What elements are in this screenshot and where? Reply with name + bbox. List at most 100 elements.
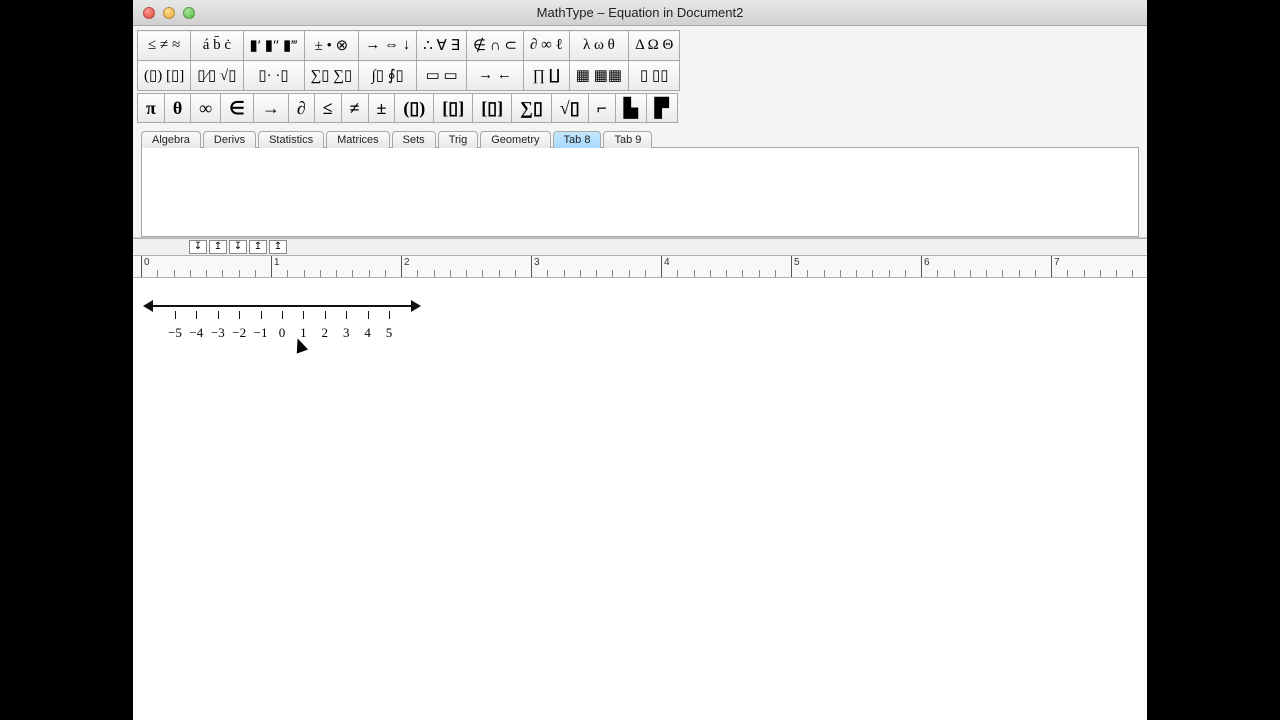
symbol-palette-cell[interactable]: ▭ ▭	[417, 61, 467, 91]
symbol-palette-cell[interactable]: ∫▯ ∮▯	[359, 61, 417, 91]
editor-canvas[interactable]: −5−4−3−2−1012345	[133, 278, 1147, 708]
minimize-button[interactable]	[163, 7, 175, 19]
favorite-symbol-button[interactable]: √▯	[551, 93, 589, 123]
symbol-palette-cell[interactable]: ▦ ▦▦	[569, 61, 628, 91]
favorite-symbol-button[interactable]: [▯]	[433, 93, 473, 123]
ruler-minor-tick	[580, 270, 581, 277]
tab-sets[interactable]: Sets	[392, 131, 436, 148]
favorite-symbol-button[interactable]: θ	[164, 93, 191, 123]
number-line-tick	[303, 311, 304, 319]
symbol-palette-cell[interactable]: ▮′ ▮″ ▮‴	[243, 31, 304, 61]
favorite-symbol-button[interactable]: ⌐	[588, 93, 616, 123]
ruler-minor-tick	[320, 270, 321, 277]
tab-tab-8[interactable]: Tab 8	[553, 131, 602, 148]
ruler-major-tick	[921, 256, 922, 278]
favorite-symbol-button[interactable]: ∑▯	[511, 93, 552, 123]
favorite-symbol-button[interactable]: ±	[368, 93, 396, 123]
symbol-palette-cell[interactable]: á b̄ ċ	[191, 31, 243, 61]
ruler-label: 4	[664, 257, 670, 268]
number-line-label: −3	[211, 325, 225, 341]
number-line-label: 0	[279, 325, 286, 341]
favorite-symbol-button[interactable]: ▙	[615, 93, 647, 123]
tab-stop-button[interactable]: ↥	[209, 240, 227, 254]
symbol-palette-cell[interactable]: ∴ ∀ ∃	[417, 31, 467, 61]
symbol-palette-cell[interactable]: λ ω θ	[569, 31, 628, 61]
ruler-minor-tick	[482, 270, 483, 277]
tab-derivs[interactable]: Derivs	[203, 131, 256, 148]
ruler-minor-tick	[710, 270, 711, 277]
ruler-minor-tick	[352, 270, 353, 277]
ruler-minor-tick	[986, 270, 987, 277]
ruler-minor-tick	[677, 270, 678, 277]
favorite-symbol-button[interactable]: ▛	[646, 93, 678, 123]
tab-stop-button[interactable]: ↧	[189, 240, 207, 254]
favorite-symbol-button[interactable]: ∈	[220, 93, 254, 123]
number-line-tick	[218, 311, 219, 319]
ruler-label: 3	[534, 257, 540, 268]
ruler-minor-tick	[629, 270, 630, 277]
ruler-label: 1	[274, 257, 280, 268]
favorite-symbol-button[interactable]: (▯)	[394, 93, 434, 123]
ruler-minor-tick	[239, 270, 240, 277]
favorite-symbol-button[interactable]: →	[253, 93, 289, 123]
ruler-label: 7	[1054, 257, 1060, 268]
ruler[interactable]: 01234567	[133, 256, 1147, 278]
number-line-tick	[261, 311, 262, 319]
tab-stop-button[interactable]: ↥	[269, 240, 287, 254]
ruler-minor-tick	[807, 270, 808, 277]
close-button[interactable]	[143, 7, 155, 19]
tab-matrices[interactable]: Matrices	[326, 131, 390, 148]
number-line-label: 3	[343, 325, 350, 341]
ruler-minor-tick	[970, 270, 971, 277]
tab-stop-button[interactable]: ↥	[249, 240, 267, 254]
ruler-minor-tick	[206, 270, 207, 277]
number-line-tick	[282, 311, 283, 319]
symbol-palette-cell[interactable]: ∂ ∞ ℓ	[523, 31, 569, 61]
symbol-palette-cell[interactable]: (▯) [▯]	[138, 61, 191, 91]
ruler-minor-tick	[385, 270, 386, 277]
symbol-palette-cell[interactable]: ▯· ·▯	[243, 61, 304, 91]
tab-algebra[interactable]: Algebra	[141, 131, 201, 148]
ruler-minor-tick	[905, 270, 906, 277]
symbol-palette-cell[interactable]: Δ Ω Θ	[629, 31, 680, 61]
symbol-palette-cell[interactable]: → ⇔ ↓	[359, 31, 417, 61]
zoom-button[interactable]	[183, 7, 195, 19]
ruler-label: 2	[404, 257, 410, 268]
tab-trig[interactable]: Trig	[438, 131, 479, 148]
tab-stop-button[interactable]: ↧	[229, 240, 247, 254]
tab-geometry[interactable]: Geometry	[480, 131, 550, 148]
favorites-bar: πθ∞∈→∂≤≠±(▯)[▯][▯]∑▯√▯⌐▙▛	[137, 93, 1143, 123]
ruler-minor-tick	[1002, 270, 1003, 277]
symbol-palette-cell[interactable]: ≤ ≠ ≈	[138, 31, 191, 61]
number-line-label: 4	[364, 325, 371, 341]
ruler-minor-tick	[450, 270, 451, 277]
ruler-minor-tick	[304, 270, 305, 277]
ruler-minor-tick	[775, 270, 776, 277]
ruler-minor-tick	[417, 270, 418, 277]
ruler-minor-tick	[157, 270, 158, 277]
favorite-symbol-button[interactable]: π	[137, 93, 165, 123]
ruler-minor-tick	[287, 270, 288, 277]
ruler-major-tick	[271, 256, 272, 278]
favorite-symbol-button[interactable]: ≠	[341, 93, 369, 123]
ruler-minor-tick	[369, 270, 370, 277]
symbol-palette-cell[interactable]: ▯⁄▯ √▯	[191, 61, 243, 91]
ruler-minor-tick	[645, 270, 646, 277]
ruler-minor-tick	[466, 270, 467, 277]
tab-tab-9[interactable]: Tab 9	[603, 131, 652, 148]
symbol-palette-cell[interactable]: ∏ ∐	[523, 61, 569, 91]
symbol-palette-cell[interactable]: ± • ⊗	[304, 31, 359, 61]
symbol-palette-cell[interactable]: ▯ ▯▯	[629, 61, 680, 91]
ruler-minor-tick	[1100, 270, 1101, 277]
favorite-symbol-button[interactable]: ∞	[190, 93, 221, 123]
ruler-minor-tick	[174, 270, 175, 277]
ruler-major-tick	[401, 256, 402, 278]
symbol-palette-cell[interactable]: → ←	[467, 61, 524, 91]
favorite-symbol-button[interactable]: ∂	[288, 93, 315, 123]
favorite-symbol-button[interactable]: ≤	[314, 93, 342, 123]
ruler-minor-tick	[1035, 270, 1036, 277]
symbol-palette-cell[interactable]: ∑▯ ∑▯	[304, 61, 359, 91]
symbol-palette-cell[interactable]: ∉ ∩ ⊂	[467, 31, 524, 61]
favorite-symbol-button[interactable]: [▯]	[472, 93, 512, 123]
tab-statistics[interactable]: Statistics	[258, 131, 324, 148]
